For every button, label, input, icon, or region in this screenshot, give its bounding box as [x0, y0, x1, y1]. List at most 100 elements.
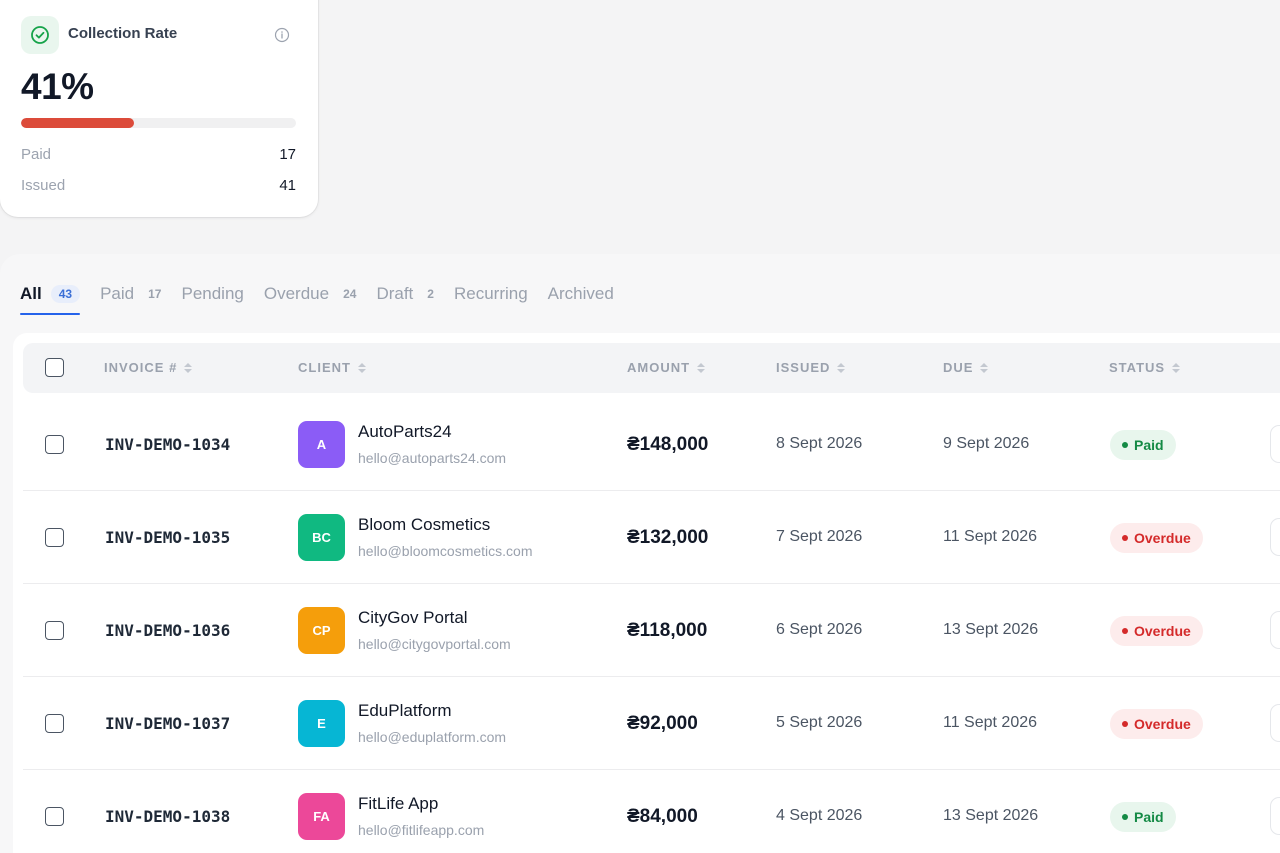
- stat-row-value: 17: [279, 146, 296, 163]
- invoice-amount: ₴84,000: [627, 806, 698, 827]
- tab-archived[interactable]: Archived: [548, 282, 614, 306]
- status-badge: Overdue: [1110, 709, 1203, 739]
- row-action-button[interactable]: [1270, 425, 1280, 463]
- column-header-label: CLIENT: [298, 360, 351, 375]
- status-badge: Overdue: [1110, 523, 1203, 553]
- tab-count: 2: [427, 287, 434, 301]
- column-header-issued[interactable]: ISSUED: [776, 360, 846, 375]
- column-header-client[interactable]: CLIENT: [298, 360, 366, 375]
- status-dot-icon: [1122, 535, 1128, 541]
- tab-overdue[interactable]: Overdue 24: [264, 282, 357, 306]
- status-badge: Paid: [1110, 430, 1176, 460]
- due-date: 13 Sept 2026: [943, 621, 1039, 638]
- status-tabs: All 43 Paid 17 Pending Overdue 24 Draft …: [20, 282, 634, 315]
- row-checkbox[interactable]: [45, 807, 64, 826]
- progress-fill: [21, 118, 134, 128]
- client-name[interactable]: FitLife App: [358, 794, 438, 814]
- sort-icon: [184, 362, 193, 373]
- client-email: hello@eduplatform.com: [358, 729, 507, 745]
- due-date: 9 Sept 2026: [943, 435, 1030, 452]
- table-row[interactable]: INV-DEMO-1036 CP CityGov Portal hello@ci…: [23, 584, 1280, 677]
- status-badge: Overdue: [1110, 616, 1203, 646]
- stat-row-issued: Issued 41: [21, 177, 296, 194]
- tab-label: Draft: [376, 284, 414, 303]
- status-label: Overdue: [1134, 716, 1191, 732]
- status-badge: Paid: [1110, 802, 1176, 832]
- info-icon[interactable]: [274, 27, 290, 43]
- stat-row-label: Issued: [21, 177, 66, 194]
- client-avatar: E: [298, 700, 345, 747]
- column-header-label: ISSUED: [776, 360, 831, 375]
- issued-date: 4 Sept 2026: [776, 807, 863, 824]
- client-avatar: CP: [298, 607, 345, 654]
- tab-count: 43: [50, 285, 81, 303]
- tab-label: All: [20, 284, 42, 303]
- row-checkbox[interactable]: [45, 621, 64, 640]
- client-email: hello@fitlifeapp.com: [358, 822, 485, 838]
- tab-paid[interactable]: Paid 17: [100, 282, 161, 306]
- client-avatar: BC: [298, 514, 345, 561]
- invoice-number[interactable]: INV-DEMO-1034: [105, 435, 230, 454]
- invoice-amount: ₴148,000: [627, 434, 709, 455]
- row-action-button[interactable]: [1270, 704, 1280, 742]
- invoice-number[interactable]: INV-DEMO-1035: [105, 528, 230, 547]
- tab-label: Recurring: [453, 284, 528, 303]
- tab-all[interactable]: All 43: [20, 282, 81, 315]
- table-row[interactable]: INV-DEMO-1034 A AutoParts24 hello@autopa…: [23, 398, 1280, 491]
- row-action-button[interactable]: [1270, 611, 1280, 649]
- tab-label: Overdue: [263, 284, 330, 303]
- sort-icon: [980, 362, 989, 373]
- invoice-amount: ₴132,000: [627, 527, 709, 548]
- sort-icon: [1172, 362, 1181, 373]
- row-action-button[interactable]: [1270, 518, 1280, 556]
- status-dot-icon: [1122, 814, 1128, 820]
- status-label: Overdue: [1134, 530, 1191, 546]
- issued-date: 5 Sept 2026: [776, 714, 863, 731]
- sort-icon: [697, 362, 706, 373]
- column-header-invoice[interactable]: INVOICE #: [104, 360, 193, 375]
- invoice-amount: ₴92,000: [627, 713, 698, 734]
- status-label: Overdue: [1134, 623, 1191, 639]
- invoice-number[interactable]: INV-DEMO-1036: [105, 621, 230, 640]
- issued-date: 8 Sept 2026: [776, 435, 863, 452]
- status-label: Paid: [1134, 809, 1164, 825]
- check-circle-icon: [21, 16, 59, 54]
- client-email: hello@bloomcosmetics.com: [358, 543, 533, 559]
- client-name[interactable]: Bloom Cosmetics: [358, 515, 490, 535]
- collection-rate-card: Collection Rate 41% Paid 17 Issued 41: [0, 0, 318, 217]
- invoice-amount: ₴118,000: [627, 620, 708, 641]
- invoices-panel: All 43 Paid 17 Pending Overdue 24 Draft …: [0, 254, 1280, 853]
- tab-pending[interactable]: Pending: [181, 282, 243, 306]
- sort-icon: [837, 362, 846, 373]
- status-dot-icon: [1122, 721, 1128, 727]
- tab-recurring[interactable]: Recurring: [454, 282, 528, 306]
- row-checkbox[interactable]: [45, 528, 64, 547]
- table-header: INVOICE # CLIENT AMOUNT ISSUED DUE STATU…: [23, 343, 1280, 393]
- client-name[interactable]: EduPlatform: [358, 701, 452, 721]
- stat-row-value: 41: [279, 177, 296, 194]
- tab-label: Paid: [100, 284, 135, 303]
- column-header-label: STATUS: [1109, 360, 1166, 375]
- stat-row-label: Paid: [21, 146, 52, 163]
- client-name[interactable]: CityGov Portal: [358, 608, 468, 628]
- tab-label: Archived: [547, 284, 614, 303]
- column-header-amount[interactable]: AMOUNT: [627, 360, 706, 375]
- column-header-status[interactable]: STATUS: [1109, 360, 1181, 375]
- invoice-number[interactable]: INV-DEMO-1037: [105, 714, 230, 733]
- invoice-number[interactable]: INV-DEMO-1038: [105, 807, 230, 826]
- select-all-checkbox[interactable]: [45, 358, 64, 377]
- table-row[interactable]: INV-DEMO-1035 BC Bloom Cosmetics hello@b…: [23, 491, 1280, 584]
- table-row[interactable]: INV-DEMO-1038 FA FitLife App hello@fitli…: [23, 770, 1280, 853]
- row-checkbox[interactable]: [45, 435, 64, 454]
- collection-progress-bar: [21, 118, 296, 128]
- status-dot-icon: [1122, 628, 1128, 634]
- column-header-due[interactable]: DUE: [943, 360, 989, 375]
- client-name[interactable]: AutoParts24: [358, 422, 452, 442]
- row-action-button[interactable]: [1270, 797, 1280, 835]
- client-email: hello@citygovportal.com: [358, 636, 511, 652]
- tab-count: 24: [343, 287, 357, 301]
- row-checkbox[interactable]: [45, 714, 64, 733]
- tab-draft[interactable]: Draft 2: [376, 282, 434, 306]
- table-row[interactable]: INV-DEMO-1037 E EduPlatform hello@edupla…: [23, 677, 1280, 770]
- column-header-label: AMOUNT: [627, 360, 691, 375]
